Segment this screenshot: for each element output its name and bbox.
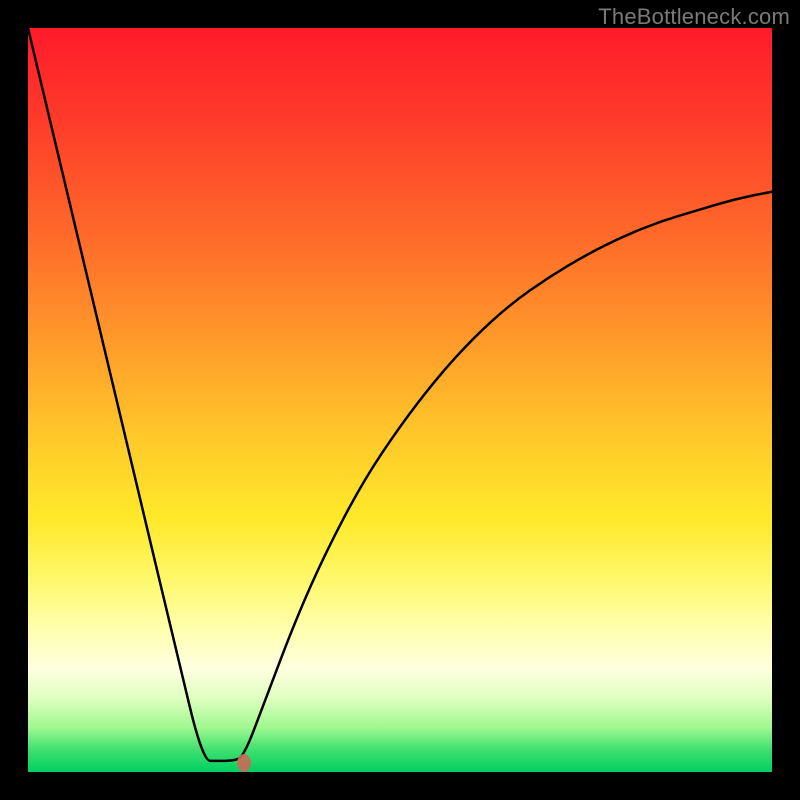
chart-frame: TheBottleneck.com: [0, 0, 800, 800]
plot-area: [28, 28, 772, 772]
attribution-text: TheBottleneck.com: [598, 4, 790, 30]
bottleneck-curve: [28, 28, 772, 772]
minimum-marker: [237, 754, 251, 772]
